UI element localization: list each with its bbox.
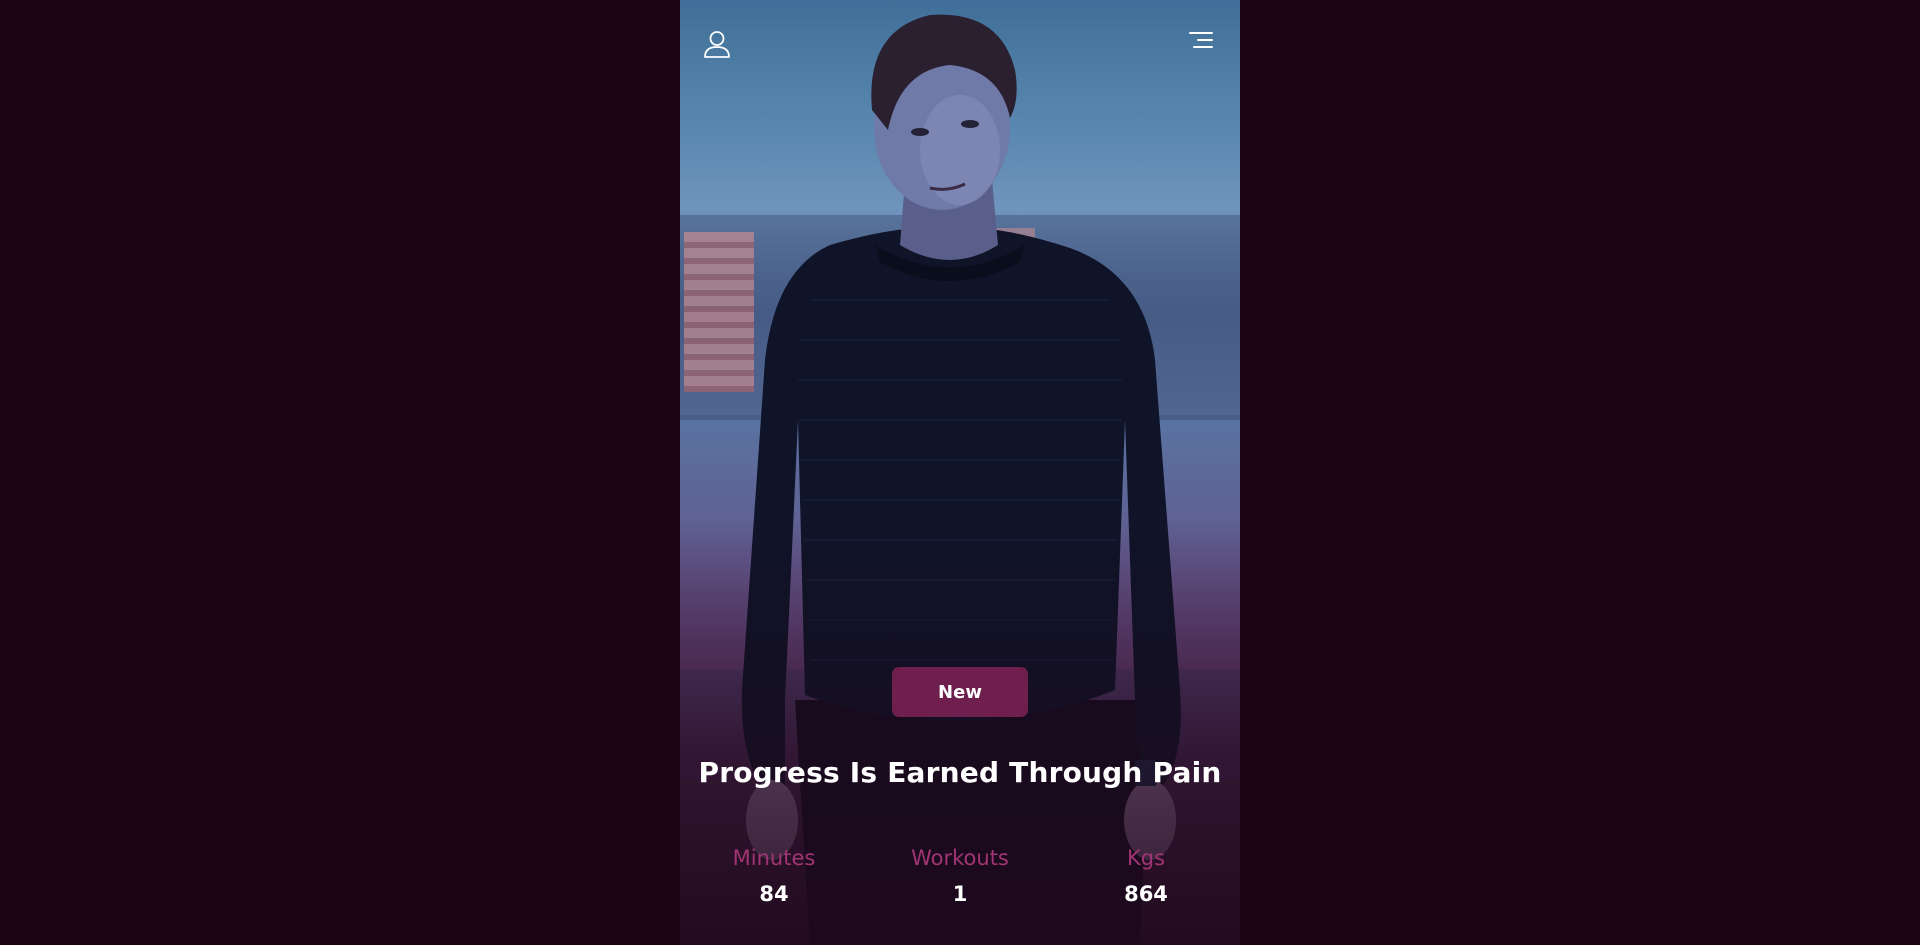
stat-value: 84 (759, 882, 789, 906)
stat-value: 1 (952, 882, 968, 906)
profile-button[interactable] (697, 24, 737, 64)
stat-label: Workouts (911, 846, 1009, 870)
stat-value: 864 (1124, 882, 1168, 906)
hamburger-menu-icon (1189, 32, 1213, 48)
new-badge-button[interactable]: New (892, 667, 1028, 717)
page-background: New Progress Is Earned Through Pain Minu… (0, 0, 1920, 945)
hero-photo-person (741, 14, 1181, 945)
user-icon (704, 31, 730, 58)
stat-label: Minutes (732, 846, 816, 870)
hero-title: Progress Is Earned Through Pain (698, 756, 1222, 789)
stat-kgs: Kgs 864 (1076, 846, 1216, 906)
stat-minutes: Minutes 84 (704, 846, 844, 906)
app-screen: New Progress Is Earned Through Pain Minu… (680, 0, 1240, 945)
stat-workouts: Workouts 1 (890, 846, 1030, 906)
stat-label: Kgs (1126, 846, 1166, 870)
menu-button[interactable] (1179, 20, 1219, 60)
stats-row: Minutes 84 Workouts 1 Kgs 864 (680, 846, 1240, 916)
